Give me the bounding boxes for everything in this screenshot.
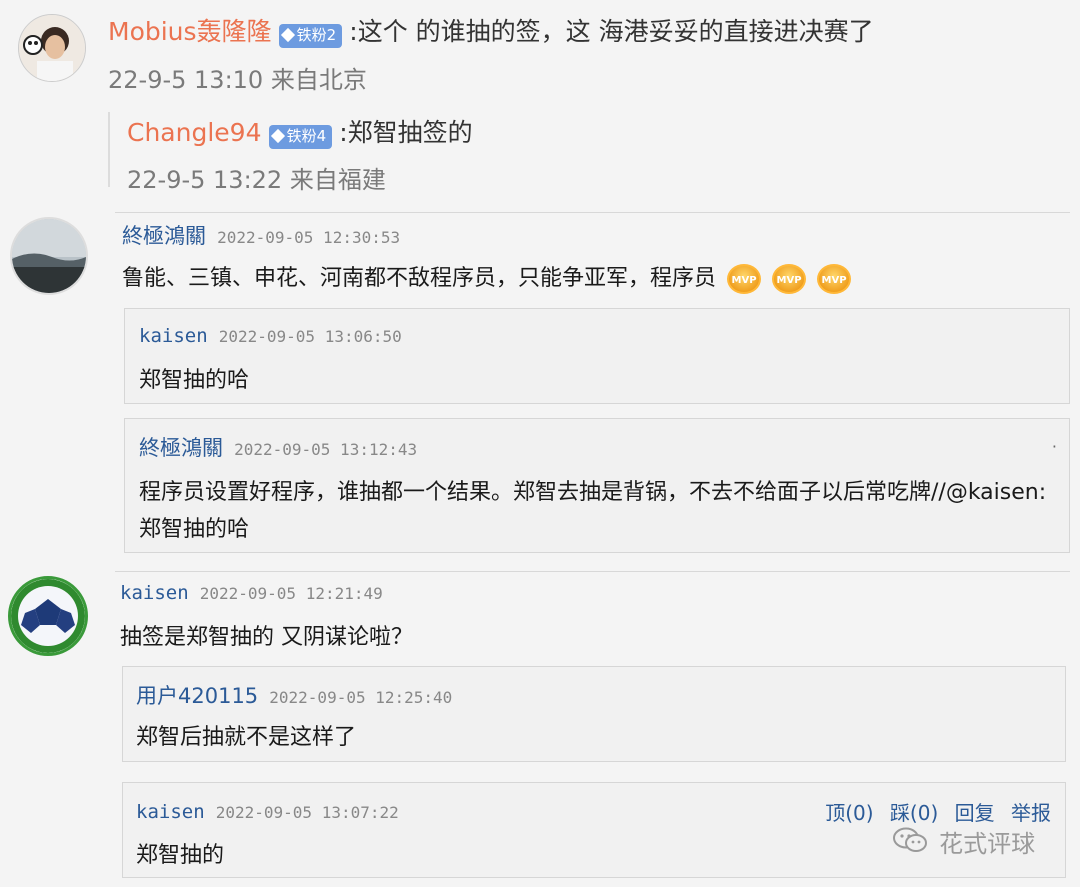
wechat-icon bbox=[892, 826, 928, 858]
username-link[interactable]: 終極鴻關 bbox=[139, 436, 223, 460]
diamond-icon bbox=[280, 27, 295, 43]
quote-box: kaisen 2022-09-05 13:06:50 郑智抽的哈 bbox=[124, 308, 1070, 404]
reply-meta: 22-9-5 13:22 来自福建 bbox=[127, 166, 386, 194]
timestamp: 2022-09-05 13:12:43 bbox=[234, 440, 418, 459]
username-link[interactable]: kaisen bbox=[139, 325, 208, 347]
quote-header: 終極鴻關 2022-09-05 13:12:43 bbox=[139, 432, 417, 462]
comment-meta: 22-9-5 13:10 来自北京 bbox=[108, 66, 367, 94]
report-button[interactable]: 举报 bbox=[1011, 801, 1051, 825]
timestamp: 2022-09-05 12:30:53 bbox=[217, 228, 401, 247]
quote-header: 用户420115 2022-09-05 12:25:40 bbox=[136, 680, 452, 710]
quote-header: kaisen 2022-09-05 13:06:50 bbox=[139, 325, 402, 347]
comment-body: 鲁能、三镇、申花、河南都不敌程序员，只能争亚军，程序员 bbox=[122, 266, 717, 291]
quote-text: 郑智抽的哈 bbox=[139, 368, 250, 393]
username-link[interactable]: Mobius轰隆隆 bbox=[108, 17, 272, 46]
mvp-emoji-icon: MVP bbox=[772, 264, 807, 294]
avatar[interactable] bbox=[8, 576, 88, 656]
badge-label: 铁粉4 bbox=[286, 126, 327, 145]
username-link[interactable]: 終極鴻關 bbox=[122, 224, 206, 248]
comment-header: 終極鴻關 2022-09-05 12:30:53 bbox=[122, 220, 400, 250]
quote-text: 郑智后抽就不是这样了 bbox=[136, 725, 357, 750]
comment-actions: 顶(0) 踩(0) 回复 举报 bbox=[815, 797, 1051, 826]
avatar[interactable] bbox=[10, 217, 88, 295]
quote-box: 用户420115 2022-09-05 12:25:40 郑智后抽就不是这样了 bbox=[122, 666, 1066, 762]
timestamp: 2022-09-05 12:21:49 bbox=[199, 584, 383, 603]
quote-header: kaisen 2022-09-05 13:07:22 bbox=[136, 801, 399, 823]
quote-text-continued: 郑智抽的哈 bbox=[139, 517, 250, 542]
timestamp: 2022-09-05 13:07:22 bbox=[215, 803, 399, 822]
mvp-emoji-icon: MVP bbox=[727, 264, 762, 294]
reply-username-link[interactable]: Changle94 bbox=[127, 118, 261, 147]
reply-header: Changle94 铁粉4 :郑智抽签的 bbox=[127, 113, 473, 149]
fan-badge: 铁粉2 bbox=[278, 23, 343, 48]
badge-label: 铁粉2 bbox=[296, 25, 337, 44]
comment-header: Mobius轰隆隆 铁粉2 :这个 的谁抽的签，这 海港妥妥的直接进决赛了 bbox=[108, 12, 874, 48]
reply-divider bbox=[108, 112, 110, 187]
username-link[interactable]: 用户420115 bbox=[136, 684, 258, 708]
comment-text: 抽签是郑智抽的 又阴谋论啦？ bbox=[120, 625, 413, 650]
thread-divider bbox=[115, 571, 1070, 572]
watermark: 花式评球 bbox=[892, 824, 1035, 859]
timestamp: 2022-09-05 13:06:50 bbox=[218, 327, 402, 346]
username-link[interactable]: kaisen bbox=[136, 801, 205, 823]
watermark-text: 花式评球 bbox=[939, 830, 1036, 858]
downvote-button[interactable]: 踩(0) bbox=[890, 801, 938, 825]
comment-header: kaisen 2022-09-05 12:21:49 bbox=[120, 582, 383, 604]
quote-box: 終極鴻關 2022-09-05 13:12:43 · 程序员设置好程序，谁抽都一… bbox=[124, 418, 1070, 553]
comment-text: :这个 的谁抽的签，这 海港妥妥的直接进决赛了 bbox=[349, 17, 874, 46]
quote-text: 程序员设置好程序，谁抽都一个结果。郑智去抽是背锅，不去不给面子以后常吃牌//@k… bbox=[139, 480, 1047, 505]
quote-text: 郑智抽的 bbox=[136, 843, 225, 868]
more-dot: · bbox=[1051, 437, 1057, 456]
reply-text: :郑智抽签的 bbox=[339, 118, 473, 147]
fan-badge: 铁粉4 bbox=[268, 124, 333, 149]
username-link[interactable]: kaisen bbox=[120, 582, 189, 604]
avatar[interactable] bbox=[18, 14, 86, 82]
upvote-button[interactable]: 顶(0) bbox=[825, 801, 873, 825]
thread-divider bbox=[115, 212, 1070, 213]
reply-button[interactable]: 回复 bbox=[955, 801, 995, 825]
comment-text: 鲁能、三镇、申花、河南都不敌程序员，只能争亚军，程序员 MVP MVP MVP bbox=[122, 260, 852, 294]
mvp-emoji-icon: MVP bbox=[817, 264, 852, 294]
diamond-icon bbox=[270, 128, 285, 144]
timestamp: 2022-09-05 12:25:40 bbox=[269, 688, 453, 707]
